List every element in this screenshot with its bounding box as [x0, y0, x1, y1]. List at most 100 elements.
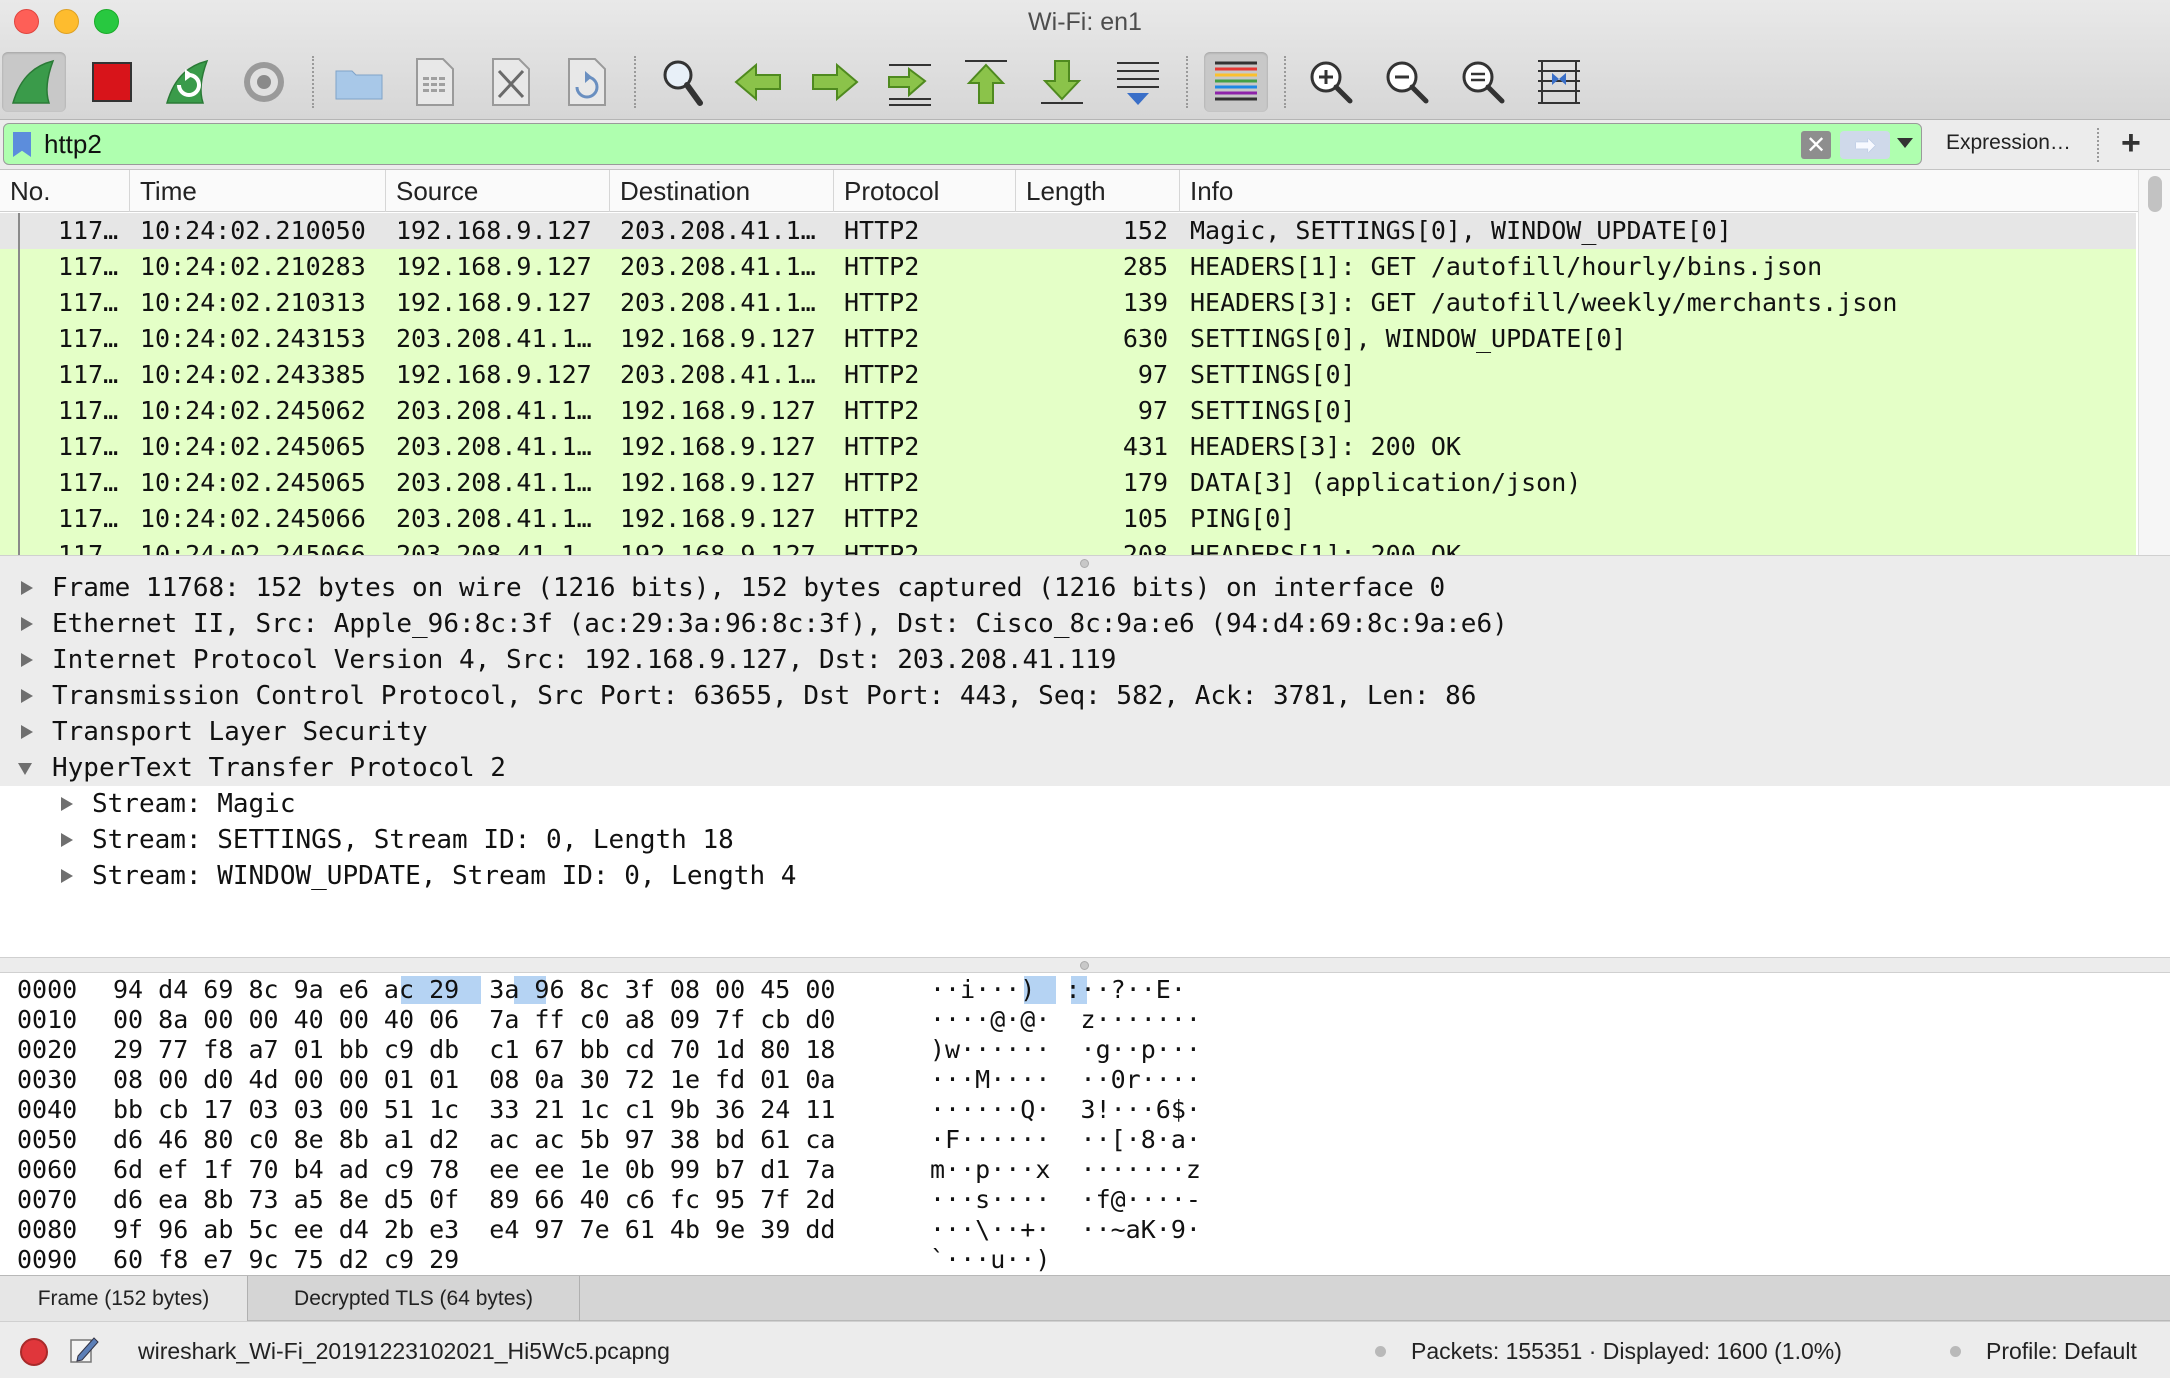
- byte-row[interactable]: 0090 60 f8 e7 9c 75 d2 c9 29 `···u··): [0, 1245, 2170, 1275]
- byte-row[interactable]: 0010 00 8a 00 00 40 00 40 06 7a ff c0 a8 …: [0, 1005, 2170, 1035]
- byte-row[interactable]: 0040 bb cb 17 03 03 00 51 1c 33 21 1c c1 …: [0, 1095, 2170, 1125]
- column-header-time[interactable]: Time: [130, 170, 386, 212]
- stop-capture-button[interactable]: [80, 52, 144, 112]
- go-forward-icon: [812, 62, 859, 102]
- display-filter-input[interactable]: [44, 129, 1784, 159]
- detail-tree-item[interactable]: Transmission Control Protocol, Src Port:…: [0, 678, 2170, 714]
- add-filter-button[interactable]: +: [2121, 124, 2141, 163]
- packet-row[interactable]: 117… 10:24:02.210313 192.168.9.127 203.208.…: [0, 285, 2136, 321]
- detail-tree-item[interactable]: HyperText Transfer Protocol 2: [0, 750, 2170, 786]
- save-file-button[interactable]: [402, 52, 466, 112]
- packet-row[interactable]: 117… 10:24:02.210283 192.168.9.127 203.208.…: [0, 249, 2136, 285]
- detail-tree-item[interactable]: Stream: Magic: [0, 786, 2170, 822]
- expand-right-icon[interactable]: [56, 786, 76, 822]
- detail-tree-item[interactable]: Ethernet II, Src: Apple_96:8c:3f (ac:29:…: [0, 606, 2170, 642]
- column-header-source[interactable]: Source: [386, 170, 610, 212]
- toolbar-separator: [1186, 56, 1188, 108]
- tab-decrypted-tls[interactable]: Decrypted TLS (64 bytes): [248, 1276, 580, 1321]
- packet-list-scrollbar[interactable]: [2138, 170, 2170, 555]
- start-capture-button[interactable]: [2, 52, 66, 112]
- detail-tree-item[interactable]: Internet Protocol Version 4, Src: 192.16…: [0, 642, 2170, 678]
- go-forward-button[interactable]: [802, 52, 866, 112]
- packet-cell-len: 152: [1122, 216, 1168, 245]
- splitter-handle-icon[interactable]: [1080, 559, 1089, 568]
- detail-tree-item[interactable]: Transport Layer Security: [0, 714, 2170, 750]
- expand-right-icon[interactable]: [16, 642, 36, 678]
- scrollbar-thumb[interactable]: [2148, 176, 2162, 212]
- clear-filter-button[interactable]: ✕: [1801, 131, 1831, 159]
- auto-scroll-button[interactable]: [1106, 52, 1170, 112]
- restart-capture-button[interactable]: [156, 52, 220, 112]
- expand-right-icon[interactable]: [16, 678, 36, 714]
- open-file-button[interactable]: [327, 52, 391, 112]
- resize-columns-button[interactable]: [1527, 52, 1591, 112]
- packet-row[interactable]: 117… 10:24:02.243385 192.168.9.127 203.208.…: [0, 357, 2136, 393]
- colorize-button[interactable]: [1204, 52, 1268, 112]
- packet-cell-proto: HTTP2: [844, 432, 920, 461]
- byte-row[interactable]: 0020 29 77 f8 a7 01 bb c9 db c1 67 bb cd …: [0, 1035, 2170, 1065]
- packet-row[interactable]: 117… 10:24:02.210050 192.168.9.127 203.208.…: [0, 213, 2136, 249]
- go-last-packet-button[interactable]: [1030, 52, 1094, 112]
- zoom-out-button[interactable]: [1375, 52, 1439, 112]
- byte-hex: bb cb 17 03 03 00 51 1c 33 21 1c c1 9b 3…: [113, 1095, 836, 1124]
- related-packet-marker: [18, 393, 20, 429]
- go-first-packet-button[interactable]: [954, 52, 1018, 112]
- packet-row[interactable]: 117… 10:24:02.243153 203.208.41.1… 192.168.…: [0, 321, 2136, 357]
- auto-scroll-icon: [1117, 62, 1159, 105]
- reload-file-button[interactable]: [554, 52, 618, 112]
- packet-row[interactable]: 117… 10:24:02.245066 203.208.41.1… 192.168.…: [0, 537, 2136, 555]
- expression-button[interactable]: Expression…: [1946, 131, 2071, 155]
- capture-options-button[interactable]: [232, 52, 296, 112]
- packet-row[interactable]: 117… 10:24:02.245062 203.208.41.1… 192.168.…: [0, 393, 2136, 429]
- detail-tree-label: Stream: Magic: [92, 789, 296, 819]
- bookmark-icon[interactable]: [13, 132, 31, 157]
- detail-tree-item[interactable]: Frame 11768: 152 bytes on wire (1216 bit…: [0, 570, 2170, 606]
- pane-splitter[interactable]: [0, 555, 2170, 571]
- column-header-length[interactable]: Length: [1016, 170, 1180, 212]
- zoom-in-button[interactable]: [1299, 52, 1363, 112]
- capture-status-icon[interactable]: [20, 1338, 48, 1366]
- pane-splitter[interactable]: [0, 957, 2170, 973]
- byte-row[interactable]: 0060 6d ef 1f 70 b4 ad c9 78 ee ee 1e 0b …: [0, 1155, 2170, 1185]
- packet-row[interactable]: 117… 10:24:02.245066 203.208.41.1… 192.168.…: [0, 501, 2136, 537]
- byte-row[interactable]: 0000 94 d4 69 8c 9a e6 ac 29 3a 96 8c 3f …: [0, 975, 2170, 1005]
- byte-row[interactable]: 0070 d6 ea 8b 73 a5 8e d5 0f 89 66 40 c6 …: [0, 1185, 2170, 1215]
- packet-cell-info: HEADERS[3]: 200 OK: [1190, 432, 1461, 461]
- expand-right-icon[interactable]: [16, 714, 36, 750]
- go-to-packet-button[interactable]: [878, 52, 942, 112]
- filter-history-dropdown[interactable]: [1897, 138, 1913, 148]
- edit-comment-icon[interactable]: [68, 1334, 100, 1366]
- column-header-destination[interactable]: Destination: [610, 170, 834, 212]
- packet-cell-len: 97: [1137, 360, 1168, 389]
- byte-row[interactable]: 0050 d6 46 80 c0 8e 8b a1 d2 ac ac 5b 97 …: [0, 1125, 2170, 1155]
- expand-right-icon[interactable]: [16, 570, 36, 606]
- detail-tree-label: Transmission Control Protocol, Src Port:…: [52, 681, 1477, 711]
- close-file-button[interactable]: [478, 52, 542, 112]
- column-header-no[interactable]: No.: [0, 170, 130, 212]
- go-back-button[interactable]: [727, 52, 791, 112]
- byte-row[interactable]: 0030 08 00 d0 4d 00 00 01 01 08 0a 30 72 …: [0, 1065, 2170, 1095]
- detail-tree-item[interactable]: Stream: WINDOW_UPDATE, Stream ID: 0, Len…: [0, 858, 2170, 894]
- byte-row[interactable]: 0080 9f 96 ab 5c ee d4 2b e3 e4 97 7e 61 …: [0, 1215, 2170, 1245]
- expand-right-icon[interactable]: [56, 822, 76, 858]
- packet-row[interactable]: 117… 10:24:02.245065 203.208.41.1… 192.168.…: [0, 429, 2136, 465]
- expand-right-icon[interactable]: [16, 606, 36, 642]
- related-packet-marker: [18, 537, 20, 555]
- apply-filter-button[interactable]: ➡: [1840, 131, 1890, 159]
- detail-tree-label: Frame 11768: 152 bytes on wire (1216 bit…: [52, 573, 1446, 603]
- zoom-normal-button[interactable]: [1451, 52, 1515, 112]
- tab-frame[interactable]: Frame (152 bytes): [0, 1276, 248, 1321]
- column-header-info[interactable]: Info: [1180, 170, 2140, 212]
- column-header-protocol[interactable]: Protocol: [834, 170, 1016, 212]
- expand-right-icon[interactable]: [56, 858, 76, 894]
- packet-cell-info: PING[0]: [1190, 504, 1296, 533]
- packet-row[interactable]: 117… 10:24:02.245065 203.208.41.1… 192.168.…: [0, 465, 2136, 501]
- find-packet-button[interactable]: [651, 52, 715, 112]
- related-packet-marker: [18, 465, 20, 501]
- expand-down-icon[interactable]: [16, 750, 36, 786]
- splitter-handle-icon[interactable]: [1080, 961, 1089, 970]
- byte-offset: 0000: [17, 975, 78, 1004]
- detail-tree-item[interactable]: Stream: SETTINGS, Stream ID: 0, Length 1…: [0, 822, 2170, 858]
- profile-label[interactable]: Profile: Default: [1986, 1338, 2137, 1365]
- packet-cell-len: 431: [1122, 432, 1168, 461]
